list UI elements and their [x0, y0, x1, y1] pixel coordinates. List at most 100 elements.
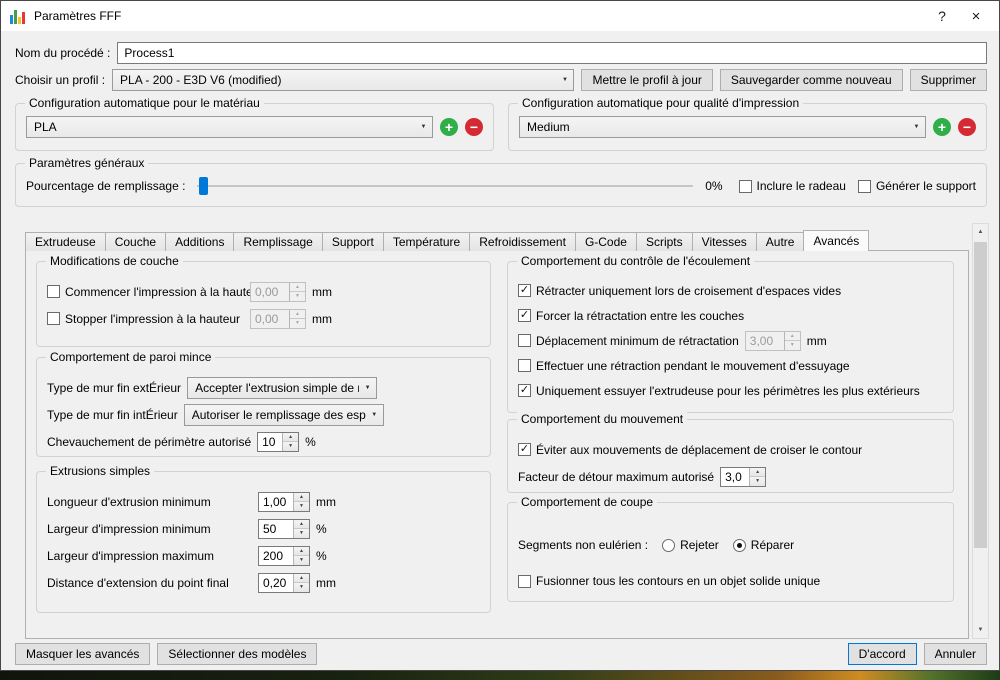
window-title: Paramètres FFF: [34, 9, 122, 23]
add-quality-button[interactable]: +: [933, 118, 951, 136]
radio-circle: [662, 538, 676, 552]
unit-label: %: [316, 521, 327, 536]
tab-temperature[interactable]: Température: [382, 232, 471, 251]
external-thin-wall-select[interactable]: Accepter l'extrusion simple de murs ▼: [187, 376, 378, 399]
reject-radio[interactable]: Rejeter: [662, 538, 719, 552]
merge-outlines-checkbox[interactable]: Fusionner tous les contours en un objet …: [518, 574, 820, 588]
spin-down-icon[interactable]: ▼: [283, 442, 299, 451]
select-models-button[interactable]: Sélectionner des modèles: [157, 643, 318, 665]
unit-label: mm: [312, 284, 332, 299]
tab-remplissage[interactable]: Remplissage: [233, 232, 323, 251]
generate-support-checkbox[interactable]: Générer le support: [857, 179, 976, 193]
remove-quality-button[interactable]: −: [958, 118, 976, 136]
spin-up-icon[interactable]: ▲: [294, 546, 309, 556]
chevron-down-icon: ▼: [371, 411, 378, 418]
scrollbar-thumb[interactable]: [974, 242, 987, 548]
repair-radio[interactable]: Réparer: [732, 538, 794, 552]
start-printing-at-height-checkbox[interactable]: Commencer l'impression à la hauteur: [47, 285, 263, 299]
wipe-outer-perimeters-checkbox[interactable]: Uniquement essuyer l'extrudeuse pour les…: [518, 384, 920, 398]
tab-avances[interactable]: Avancés: [803, 230, 870, 251]
spin-up-icon[interactable]: ▲: [750, 467, 766, 477]
spin-down-icon[interactable]: ▼: [750, 477, 766, 486]
spin-down-icon[interactable]: ▼: [290, 292, 305, 301]
unit-label: mm: [806, 333, 827, 348]
slider-handle[interactable]: [199, 177, 209, 195]
spinner-value: 0,00: [255, 284, 279, 299]
spin-down-icon[interactable]: ▼: [290, 319, 305, 328]
process-name-input[interactable]: [117, 42, 987, 64]
add-material-button[interactable]: +: [440, 118, 458, 136]
avoid-crossing-outline-label: Éviter aux mouvements de déplacement de …: [536, 442, 863, 457]
stop-printing-at-height-checkbox[interactable]: Stopper l'impression à la hauteur: [47, 312, 244, 326]
cancel-button[interactable]: Annuler: [923, 643, 987, 665]
spin-down-icon[interactable]: ▼: [784, 341, 800, 350]
tab-vitesses[interactable]: Vitesses: [691, 232, 757, 251]
spin-down-icon[interactable]: ▼: [294, 556, 309, 565]
min-travel-retraction-checkbox[interactable]: Déplacement minimum de rétractation: [518, 334, 739, 348]
tab-gcode[interactable]: G-Code: [574, 232, 637, 251]
endpoint-extension-distance-spinner[interactable]: 0,20 ▲ ▼: [258, 572, 310, 593]
unit-label: mm: [316, 575, 336, 590]
min-printing-width-spinner[interactable]: 50 ▲ ▼: [258, 518, 310, 539]
avoid-crossing-outline-checkbox[interactable]: Éviter aux mouvements de déplacement de …: [518, 443, 862, 457]
material-select[interactable]: PLA ▼: [26, 116, 433, 138]
checkbox-box: [518, 384, 531, 397]
help-button[interactable]: ?: [925, 1, 959, 31]
remove-material-button[interactable]: −: [465, 118, 483, 136]
spinner-value: 200: [263, 548, 284, 563]
internal-thin-wall-select[interactable]: Autoriser le remplissage des espaces ▼: [183, 403, 384, 426]
retract-only-crossing-label: Rétracter uniquement lors de croisement …: [536, 283, 842, 298]
scroll-up-button[interactable]: ▲: [973, 224, 988, 240]
spin-up-icon[interactable]: ▲: [290, 282, 305, 292]
fff-settings-dialog: Paramètres FFF ? × Nom du procédé : Choi…: [0, 0, 1000, 671]
spin-up-icon[interactable]: ▲: [290, 309, 305, 319]
titlebar: Paramètres FFF ? ×: [1, 1, 999, 31]
min-travel-retraction-spinner[interactable]: 3,00 ▲ ▼: [744, 330, 801, 351]
tab-additions[interactable]: Additions: [165, 232, 235, 251]
stop-height-spinner[interactable]: 0,00 ▲ ▼: [250, 308, 306, 329]
spin-down-icon[interactable]: ▼: [294, 529, 309, 538]
infill-slider[interactable]: [197, 176, 694, 196]
tab-refroidissement[interactable]: Refroidissement: [469, 232, 576, 251]
ok-button[interactable]: D'accord: [847, 643, 917, 665]
profile-select[interactable]: PLA - 200 - E3D V6 (modified) ▼: [112, 69, 575, 91]
spin-up-icon[interactable]: ▲: [294, 492, 309, 502]
spin-down-icon[interactable]: ▼: [294, 583, 309, 592]
checkbox-box: [518, 334, 531, 347]
close-button[interactable]: ×: [959, 1, 993, 31]
tab-autre[interactable]: Autre: [755, 232, 805, 251]
advanced-tab-pane: Modifications de couche Commencer l'impr…: [25, 250, 969, 639]
tab-couche[interactable]: Couche: [104, 232, 167, 251]
max-printing-width-spinner[interactable]: 200 ▲ ▼: [258, 545, 310, 566]
profile-label: Choisir un profil :: [15, 73, 106, 87]
spin-down-icon[interactable]: ▼: [294, 502, 309, 511]
general-group-title: Paramètres généraux: [25, 156, 149, 170]
checkbox-box: [47, 312, 60, 325]
scrollbar-track[interactable]: [973, 240, 988, 622]
perimeter-overlap-spinner[interactable]: 10 ▲ ▼: [257, 431, 300, 452]
spinner-value: 0,20: [263, 575, 287, 590]
spin-up-icon[interactable]: ▲: [784, 331, 800, 341]
scroll-down-button[interactable]: ▼: [973, 622, 988, 638]
quality-select[interactable]: Medium ▼: [519, 116, 926, 138]
hide-advanced-button[interactable]: Masquer les avancés: [15, 643, 151, 665]
tab-extrudeuse[interactable]: Extrudeuse: [25, 232, 106, 251]
wipe-retraction-checkbox[interactable]: Effectuer une rétraction pendant le mouv…: [518, 359, 850, 373]
spinner-buttons: ▲ ▼: [293, 546, 309, 565]
save-as-new-button[interactable]: Sauvegarder comme nouveau: [719, 69, 903, 91]
retract-only-crossing-checkbox[interactable]: Rétracter uniquement lors de croisement …: [518, 284, 841, 298]
spin-up-icon[interactable]: ▲: [283, 432, 299, 442]
include-raft-checkbox[interactable]: Inclure le radeau: [738, 179, 846, 193]
force-retraction-checkbox[interactable]: Forcer la rétractation entre les couches: [518, 309, 744, 323]
update-profile-button[interactable]: Mettre le profil à jour: [581, 69, 713, 91]
vertical-scrollbar[interactable]: ▲ ▼: [972, 223, 989, 639]
spin-up-icon[interactable]: ▲: [294, 519, 309, 529]
start-height-spinner[interactable]: 0,00 ▲ ▼: [250, 281, 306, 302]
min-extrusion-length-spinner[interactable]: 1,00 ▲ ▼: [258, 491, 310, 512]
tab-scripts[interactable]: Scripts: [635, 232, 693, 251]
tab-support[interactable]: Support: [321, 232, 384, 251]
max-detour-factor-spinner[interactable]: 3,0 ▲ ▼: [720, 466, 767, 487]
spin-up-icon[interactable]: ▲: [294, 573, 309, 583]
delete-profile-button[interactable]: Supprimer: [909, 69, 987, 91]
spinner-buttons: ▲ ▼: [293, 492, 309, 511]
